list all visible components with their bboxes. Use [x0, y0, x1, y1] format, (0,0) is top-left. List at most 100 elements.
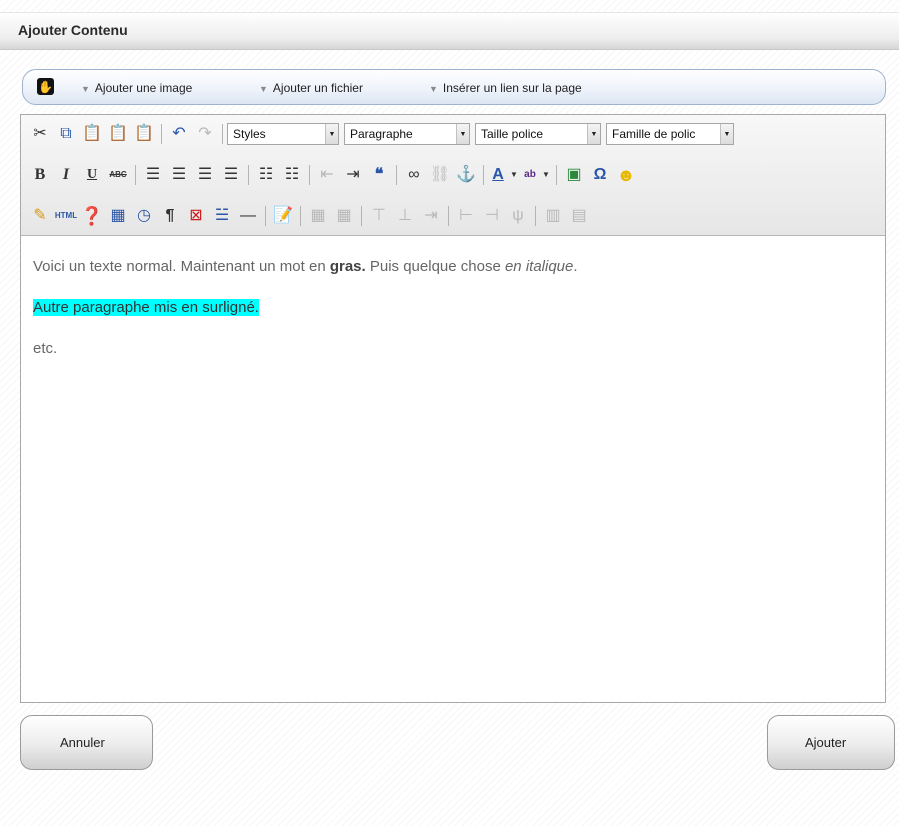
triangle-down-icon: ▼	[259, 84, 268, 94]
toolbar-row-3: ✎ HTML ❓ ▦ ◷ ¶ ⊠ ☱ — 📝 ▦ ▦ ⊤ ⊥ ⇥ ⊢ ⊣ ψ ▥…	[27, 201, 592, 231]
editor-content[interactable]: Voici un texte normal. Maintenant un mot…	[33, 257, 873, 380]
align-right-icon[interactable]: ☰	[192, 162, 218, 188]
html-source-button[interactable]: HTML	[53, 203, 79, 229]
split-cells-icon[interactable]: ▥	[540, 203, 566, 229]
help-icon[interactable]: ❓	[79, 203, 105, 229]
insert-bar: ✋ ▼ Ajouter une image ▼ Ajouter un fichier…	[22, 69, 886, 105]
separator	[135, 165, 136, 185]
styles-select[interactable]: Styles ▼	[227, 123, 339, 145]
insert-row-after-icon[interactable]: ⊥	[392, 203, 418, 229]
cut-icon[interactable]: ✂	[27, 121, 53, 147]
font-size-select-value: Taille police	[481, 127, 544, 141]
paragraph-1: Voici un texte normal. Maintenant un mot…	[33, 257, 873, 277]
edit-icon[interactable]: 📝	[270, 203, 296, 229]
paste-word-icon[interactable]: 📋	[131, 121, 157, 147]
bold-button[interactable]: B	[27, 162, 53, 188]
cleanup-icon[interactable]: ✎	[27, 203, 53, 229]
text-color-button[interactable]: A	[488, 162, 508, 188]
italic-text: en italique	[504, 258, 574, 275]
separator	[396, 165, 397, 185]
insert-column-after-icon[interactable]: ⊣	[479, 203, 505, 229]
styles-select-value: Styles	[233, 127, 266, 141]
unlink-icon[interactable]: ⛓	[427, 162, 453, 188]
bold-text: gras.	[329, 258, 366, 275]
page-title: Ajouter Contenu	[18, 22, 128, 38]
chevron-down-icon: ▼	[587, 124, 600, 144]
chevron-down-icon[interactable]: ▼	[540, 162, 552, 188]
separator	[309, 165, 310, 185]
show-blocks-button[interactable]: ¶	[157, 203, 183, 229]
font-family-select[interactable]: Famille de polic ▼	[606, 123, 734, 145]
insert-date-icon[interactable]: ▦	[105, 203, 131, 229]
add-file-menu[interactable]: ▼ Ajouter un fichier	[259, 81, 363, 95]
highlighted-text: Autre paragraphe mis en surligné.	[33, 299, 259, 316]
undo-icon[interactable]: ↶	[166, 121, 192, 147]
chevron-down-icon: ▼	[325, 124, 338, 144]
special-char-button[interactable]: Ω	[587, 162, 613, 188]
format-select[interactable]: Paragraphe ▼	[344, 123, 470, 145]
underline-button[interactable]: U	[79, 162, 105, 188]
link-icon[interactable]: ∞	[401, 162, 427, 188]
strikethrough-button[interactable]: ABC	[105, 162, 131, 188]
editor-toolbar: ✂ ⧉ 📋 📋 📋 ↶ ↷ Styles ▼ Paragraphe ▼ Taille…	[21, 115, 885, 236]
normal-text: Puis quelque chose	[365, 258, 505, 275]
triangle-down-icon: ▼	[81, 84, 90, 94]
line-icon[interactable]: —	[235, 203, 261, 229]
italic-button[interactable]: I	[53, 162, 79, 188]
chevron-down-icon: ▼	[720, 124, 733, 144]
separator	[300, 206, 301, 226]
separator	[161, 124, 162, 144]
table-properties-icon[interactable]: ▦	[331, 203, 357, 229]
paste-icon[interactable]: 📋	[79, 121, 105, 147]
page-break-icon[interactable]: ⊠	[183, 203, 209, 229]
chevron-down-icon: ▼	[456, 124, 469, 144]
anchor-icon[interactable]: ⚓	[453, 162, 479, 188]
separator	[222, 124, 223, 144]
horizontal-rule-icon[interactable]: ☱	[209, 203, 235, 229]
copy-icon[interactable]: ⧉	[53, 121, 79, 147]
highlight-color-button[interactable]: ab	[520, 162, 540, 188]
add-image-menu[interactable]: ▼ Ajouter une image	[81, 81, 192, 95]
insert-row-before-icon[interactable]: ⊤	[366, 203, 392, 229]
separator	[248, 165, 249, 185]
align-justify-icon[interactable]: ☰	[218, 162, 244, 188]
cancel-button-label: Annuler	[60, 735, 105, 750]
bullet-list-icon[interactable]: ☷	[253, 162, 279, 188]
align-left-icon[interactable]: ☰	[140, 162, 166, 188]
align-center-icon[interactable]: ☰	[166, 162, 192, 188]
indent-icon[interactable]: ⇥	[340, 162, 366, 188]
format-select-value: Paragraphe	[350, 127, 413, 141]
separator	[535, 206, 536, 226]
title-bar: Ajouter Contenu	[0, 12, 899, 50]
separator	[448, 206, 449, 226]
normal-text: Voici un texte normal. Maintenant un mot…	[33, 258, 330, 275]
image-icon[interactable]: ▣	[561, 162, 587, 188]
chevron-down-icon[interactable]: ▼	[508, 162, 520, 188]
rich-text-editor: ✂ ⧉ 📋 📋 📋 ↶ ↷ Styles ▼ Paragraphe ▼ Taille…	[20, 114, 886, 703]
outdent-icon[interactable]: ⇤	[314, 162, 340, 188]
delete-row-icon[interactable]: ⇥	[418, 203, 444, 229]
toolbar-row-1: ✂ ⧉ 📋 📋 📋 ↶ ↷ Styles ▼ Paragraphe ▼ Taille…	[27, 119, 739, 149]
smiley-icon[interactable]: ☻	[613, 162, 639, 188]
normal-text: etc.	[33, 340, 58, 357]
hand-icon[interactable]: ✋	[37, 78, 54, 95]
add-file-label: Ajouter un fichier	[272, 81, 363, 95]
numbered-list-icon[interactable]: ☷	[279, 162, 305, 188]
font-size-select[interactable]: Taille police ▼	[475, 123, 601, 145]
merge-cells-icon[interactable]: ▤	[566, 203, 592, 229]
separator	[556, 165, 557, 185]
separator	[361, 206, 362, 226]
separator	[265, 206, 266, 226]
redo-icon[interactable]: ↷	[192, 121, 218, 147]
font-family-select-value: Famille de polic	[612, 127, 696, 141]
blockquote-icon[interactable]: ❝	[366, 162, 392, 188]
insert-link-menu[interactable]: ▼ Insérer un lien sur la page	[429, 81, 582, 95]
add-button[interactable]: Ajouter	[767, 715, 895, 770]
insert-time-icon[interactable]: ◷	[131, 203, 157, 229]
table-icon[interactable]: ▦	[305, 203, 331, 229]
paste-text-icon[interactable]: 📋	[105, 121, 131, 147]
delete-column-icon[interactable]: ψ	[505, 203, 531, 229]
cancel-button[interactable]: Annuler	[20, 715, 153, 770]
insert-column-before-icon[interactable]: ⊢	[453, 203, 479, 229]
toolbar-row-2: B I U ABC ☰ ☰ ☰ ☰ ☷ ☷ ⇤ ⇥ ❝ ∞ ⛓ ⚓ A ▼ ab…	[27, 160, 639, 190]
